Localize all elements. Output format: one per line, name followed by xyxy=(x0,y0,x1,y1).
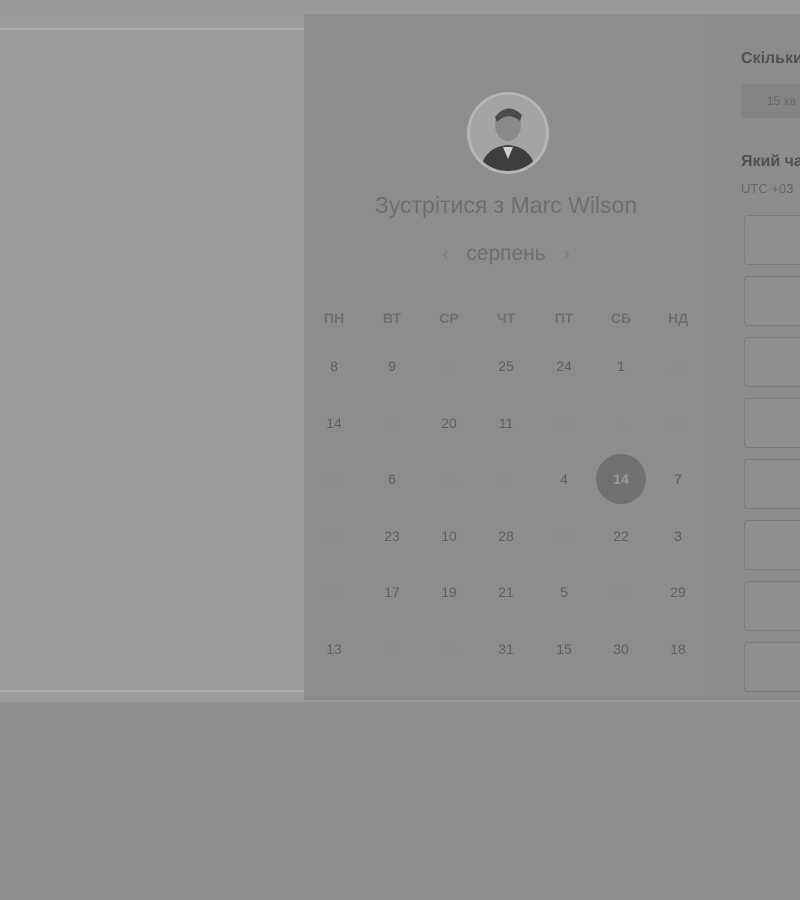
time-slot-button[interactable] xyxy=(744,398,800,448)
calendar-day[interactable]: 7 xyxy=(658,468,698,490)
time-question: Який ча xyxy=(741,153,800,170)
calendar-day[interactable]: 21 xyxy=(486,581,526,603)
calendar-day[interactable]: 14 xyxy=(314,412,354,434)
calendar-day[interactable]: 17 xyxy=(372,581,412,603)
time-slot-button[interactable] xyxy=(744,215,800,265)
calendar-day[interactable]: 10 xyxy=(429,525,469,547)
calendar-day: 26 xyxy=(326,584,342,600)
timezone-label: UTC +03 xyxy=(741,181,794,196)
calendar-day[interactable]: 1 xyxy=(601,355,641,377)
calendar-day[interactable]: 5 xyxy=(544,581,584,603)
divider xyxy=(0,28,304,30)
duration-question: Скільки xyxy=(741,50,800,67)
calendar-day[interactable]: 11 xyxy=(486,412,526,434)
divider xyxy=(0,690,304,692)
calendar-day: 27 xyxy=(613,584,629,600)
calendar-day: 11 xyxy=(384,415,400,431)
calendar-day[interactable]: 9 xyxy=(372,355,412,377)
calendar-day: 24 xyxy=(556,528,572,544)
calendar-day: 21 xyxy=(326,528,342,544)
calendar-panel: Зустрітися з Marc Wilson ‹ серпень › ПН … xyxy=(304,14,708,700)
calendar-day[interactable]: 19 xyxy=(429,581,469,603)
top-bar xyxy=(0,0,800,14)
calendar-day: 5 xyxy=(502,471,510,487)
calendar-day[interactable]: 8 xyxy=(314,355,354,377)
calendar-day[interactable]: 18 xyxy=(658,638,698,660)
background-page xyxy=(0,14,304,700)
calendar-day[interactable]: 22 xyxy=(601,525,641,547)
calendar-day: 3 xyxy=(617,415,625,431)
booking-panel: Скільки 15 хв Який ча UTC +03 xyxy=(708,14,800,700)
calendar-day[interactable]: 30 xyxy=(601,638,641,660)
calendar-day: 18 xyxy=(556,415,572,431)
time-slot-button[interactable] xyxy=(744,642,800,692)
calendar-day[interactable]: 28 xyxy=(486,525,526,547)
calendar-day[interactable]: 25 xyxy=(486,355,526,377)
calendar-day: 20 xyxy=(670,415,686,431)
calendar-day[interactable]: 29 xyxy=(658,581,698,603)
time-slot-button[interactable] xyxy=(744,459,800,509)
duration-option[interactable]: 15 хв xyxy=(741,84,800,118)
time-slot-button[interactable] xyxy=(744,520,800,570)
calendar-day[interactable]: 15 xyxy=(544,638,584,660)
calendar-day: 30 xyxy=(326,471,342,487)
time-slot-button[interactable] xyxy=(744,337,800,387)
time-slot-button[interactable] xyxy=(744,276,800,326)
calendar-day: 14 xyxy=(384,641,400,657)
calendar-day: 25 xyxy=(441,641,457,657)
calendar-day[interactable]: 3 xyxy=(658,525,698,547)
calendar-day: 11 xyxy=(670,358,686,374)
divider xyxy=(0,700,800,702)
calendar-day[interactable]: 20 xyxy=(429,412,469,434)
time-slot-button[interactable] xyxy=(744,581,800,631)
calendar-day: 24 xyxy=(441,471,457,487)
calendar-day[interactable]: 24 xyxy=(544,355,584,377)
calendar-day[interactable]: 4 xyxy=(544,468,584,490)
calendar-grid: 8 9 2 25 24 1 11 14 11 20 11 18 3 20 30 6 24 5 4 14 7 21 23 10 2… xyxy=(304,14,708,700)
calendar-day: 2 xyxy=(445,358,453,374)
calendar-day[interactable]: 6 xyxy=(372,468,412,490)
calendar-day[interactable]: 23 xyxy=(372,525,412,547)
calendar-day[interactable]: 31 xyxy=(486,638,526,660)
selected-day[interactable]: 14 xyxy=(596,454,646,504)
calendar-day[interactable]: 13 xyxy=(314,638,354,660)
